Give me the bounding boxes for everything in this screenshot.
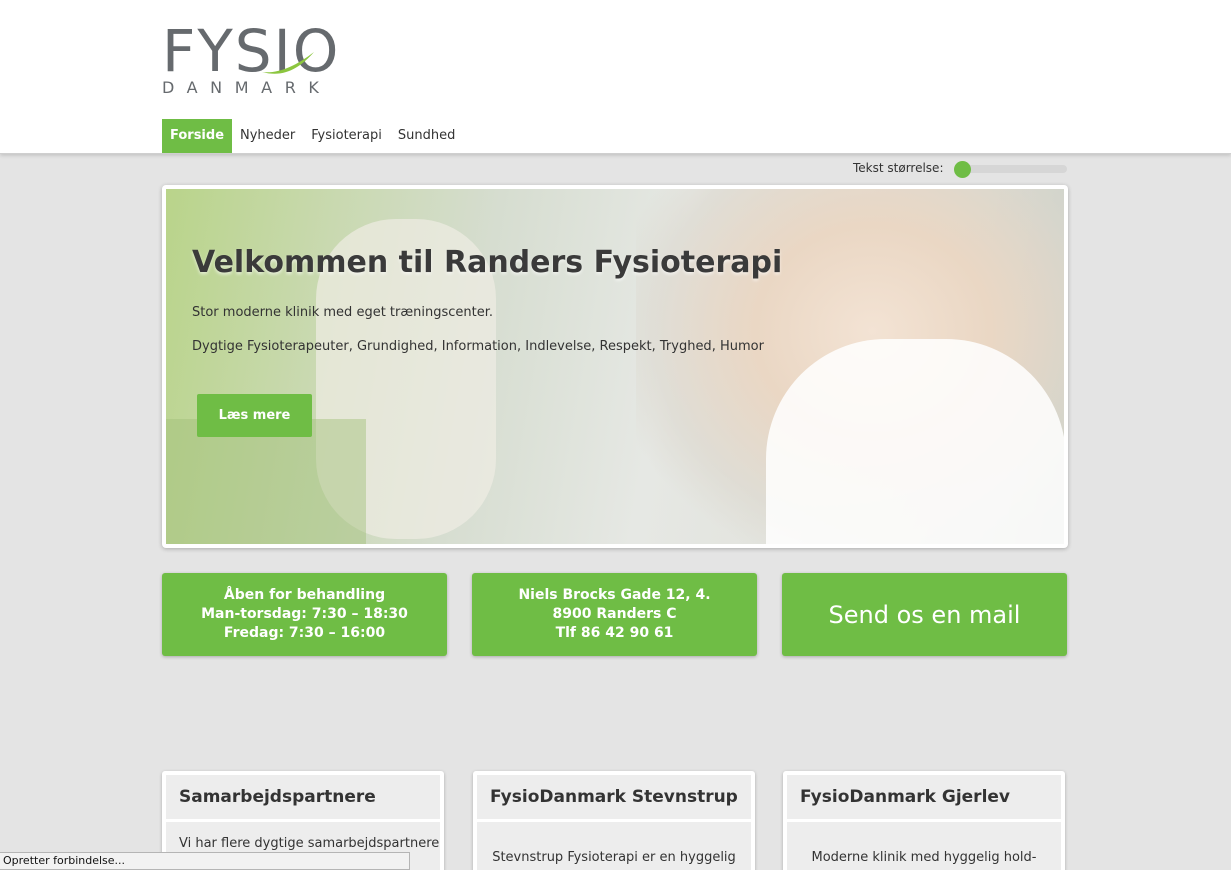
hero-title: Velkommen til Randers Fysioterapi: [192, 245, 783, 280]
hours-friday: Fredag: 7:30 – 16:00: [223, 625, 386, 641]
hero-image: Velkommen til Randers Fysioterapi Stor m…: [166, 189, 1064, 544]
card-gjerlev[interactable]: FysioDanmark Gjerlev Moderne klinik med …: [783, 771, 1065, 870]
text-size-label: Tekst størrelse:: [853, 161, 944, 175]
nav-fysioterapi[interactable]: Fysioterapi: [303, 119, 390, 153]
hero-background-floor: [166, 419, 366, 544]
text-size-slider-handle[interactable]: [954, 161, 971, 178]
send-mail-label: Send os en mail: [828, 600, 1021, 629]
text-size-control: Tekst størrelse:: [853, 160, 1067, 178]
logo-subtitle: DANMARK: [162, 78, 332, 97]
address-phone: Tlf 86 42 90 61: [555, 625, 674, 641]
card-gjerlev-title: FysioDanmark Gjerlev: [787, 775, 1061, 819]
hero-banner: Velkommen til Randers Fysioterapi Stor m…: [162, 185, 1068, 548]
text-size-slider[interactable]: [957, 165, 1067, 173]
card-gjerlev-text: Moderne klinik med hyggelig hold-: [787, 822, 1061, 870]
send-mail-tile[interactable]: Send os en mail: [782, 573, 1067, 656]
hero-towel-shape: [766, 339, 1064, 544]
hero-subtitle: Stor moderne klinik med eget træningscen…: [192, 305, 494, 320]
site-header: FYSIO DANMARK Forside Nyheder Fysioterap…: [0, 0, 1231, 154]
card-stevnstrup-title: FysioDanmark Stevnstrup: [477, 775, 751, 819]
nav-sundhed[interactable]: Sundhed: [390, 119, 463, 153]
browser-status-bar: Opretter forbindelse...: [0, 852, 410, 870]
opening-hours-tile[interactable]: Åben for behandling Man-torsdag: 7:30 – …: [162, 573, 447, 656]
nav-forside[interactable]: Forside: [162, 119, 233, 153]
hours-weekdays: Man-torsdag: 7:30 – 18:30: [201, 606, 408, 622]
card-stevnstrup[interactable]: FysioDanmark Stevnstrup Stevnstrup Fysio…: [473, 771, 755, 870]
nav-nyheder[interactable]: Nyheder: [232, 119, 303, 153]
address-tile[interactable]: Niels Brocks Gade 12, 4. 8900 Randers C …: [472, 573, 757, 656]
read-more-button[interactable]: Læs mere: [197, 394, 312, 437]
card-stevnstrup-text: Stevnstrup Fysioterapi er en hyggelig: [477, 822, 751, 870]
main-nav: Forside Nyheder Fysioterapi Sundhed: [162, 119, 463, 153]
fysio-danmark-logo[interactable]: FYSIO DANMARK: [162, 22, 362, 98]
hours-heading: Åben for behandling: [223, 587, 386, 603]
logo-swoosh-icon: [262, 52, 314, 74]
card-partners-title: Samarbejdspartnere: [166, 775, 440, 819]
address-street: Niels Brocks Gade 12, 4.: [518, 587, 711, 603]
hero-values: Dygtige Fysioterapeuter, Grundighed, Inf…: [192, 339, 764, 354]
address-city: 8900 Randers C: [552, 606, 677, 622]
